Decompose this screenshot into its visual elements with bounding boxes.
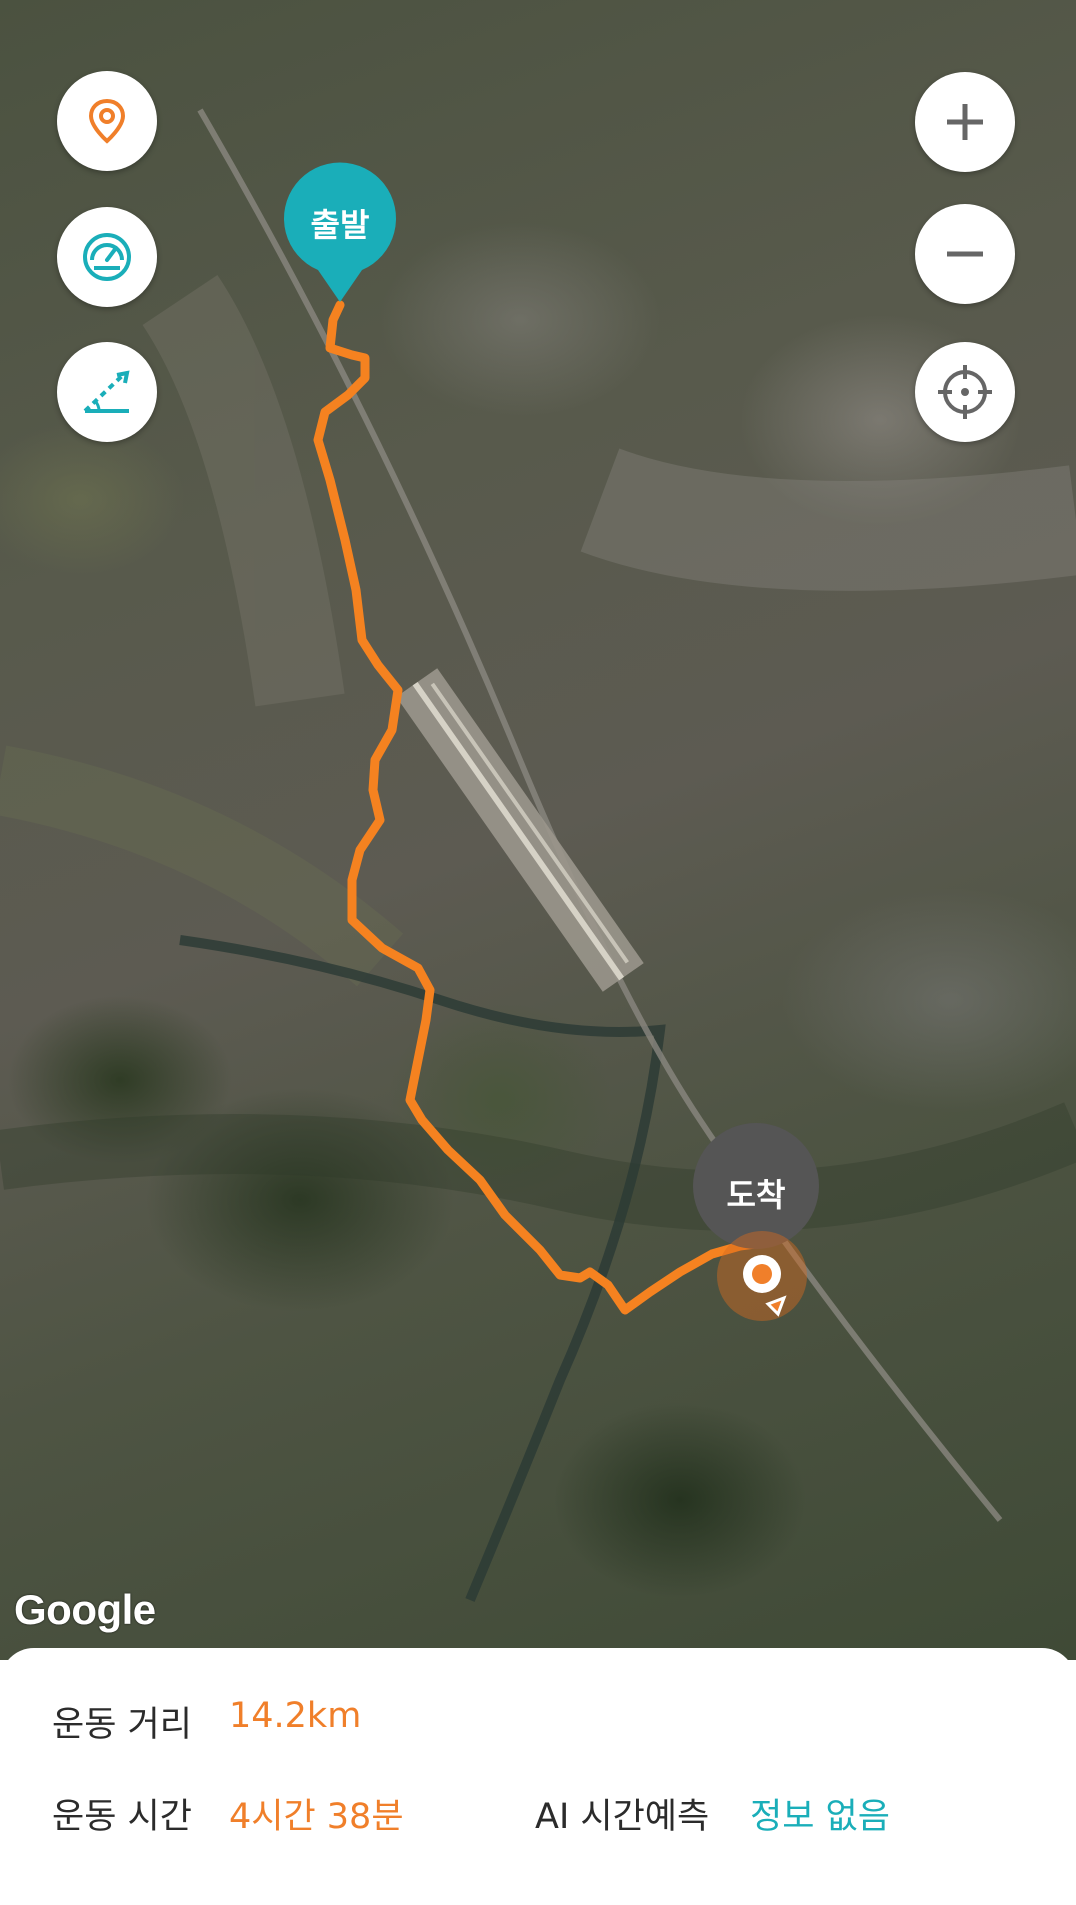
zoom-out-icon [947,251,983,257]
speed-button[interactable] [57,207,157,307]
end-marker-label: 도착 [726,1176,786,1214]
zoom-out-button[interactable] [915,204,1015,304]
slope-icon [83,370,130,413]
google-logo: Google [14,1586,156,1633]
location-pin-icon [88,98,126,144]
airfield [396,668,644,992]
zoom-in-icon [947,104,983,140]
speedometer-icon [83,233,131,281]
location-button[interactable] [57,71,157,171]
highway [197,108,1003,1522]
crosshair-icon [938,365,992,419]
distance-value: 14.2km [229,1696,362,1736]
zoom-in-button[interactable] [915,72,1015,172]
time-label: 운동 시간 [52,1797,192,1837]
current-location-dot-center [752,1264,772,1284]
satellite-map[interactable]: 출발 도착 Google [0,0,1076,1660]
stats-panel: 운동 거리 14.2km 운동 시간 4시간 38분 AI 시간예측 정보 없음 [0,1648,1076,1905]
ai-prediction-label: AI 시간예측 [535,1797,710,1837]
slope-button[interactable] [57,342,157,442]
distance-label: 운동 거리 [52,1705,192,1745]
terrain-texture [0,275,1076,1232]
time-value: 4시간 38분 [229,1797,404,1837]
my-location-button[interactable] [915,342,1015,442]
ai-prediction-value: 정보 없음 [750,1797,890,1837]
start-marker-label: 출발 [310,206,370,244]
